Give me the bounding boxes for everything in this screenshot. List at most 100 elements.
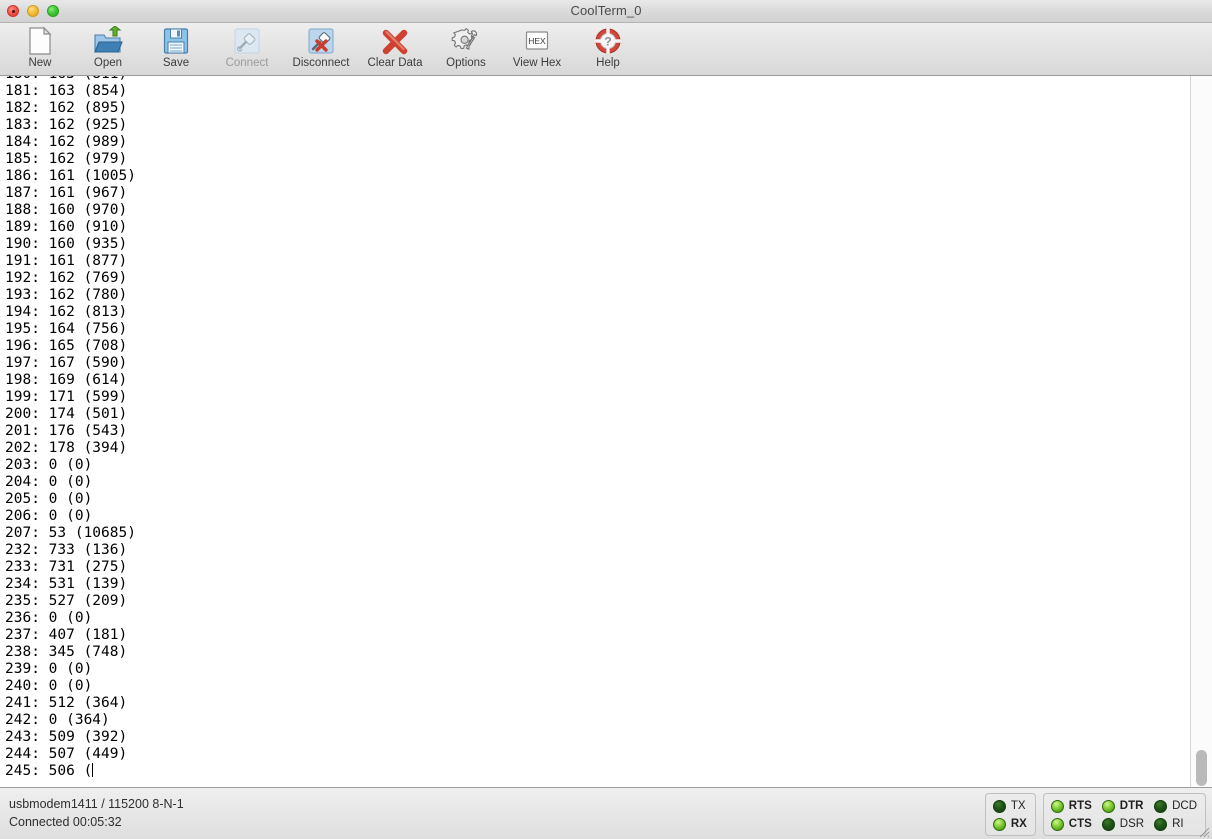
terminal-line: 197: 167 (590): [5, 355, 128, 371]
clear-data-button-label: Clear Data: [367, 57, 423, 69]
terminal-line: 236: 0 (0): [5, 610, 93, 626]
new-document-icon: [24, 26, 56, 56]
terminal-line: 241: 512 (364): [5, 695, 128, 711]
svg-text:?: ?: [604, 34, 611, 48]
hex-box-icon: HEX: [521, 26, 553, 56]
terminal-line: 204: 0 (0): [5, 474, 93, 490]
terminal-line: 183: 162 (925): [5, 117, 128, 133]
terminal-line: 203: 0 (0): [5, 457, 93, 473]
terminal-output-area[interactable]: 180: 163 (811)181: 163 (854)182: 162 (89…: [0, 76, 1212, 787]
terminal-line: 181: 163 (854): [5, 83, 128, 99]
terminal-line: 232: 733 (136): [5, 542, 128, 558]
led-indicator-dsr-icon: [1101, 817, 1115, 831]
main-toolbar: New Open Save Connect Disconnect Clear D…: [0, 23, 1212, 76]
terminal-line: 180: 163 (811): [5, 76, 1190, 83]
view-hex-button[interactable]: HEX View Hex: [500, 23, 574, 75]
led-indicator-dtr-icon: [1101, 799, 1115, 813]
coolterm-window: CoolTerm_0 New Open Save Connect Disconn…: [0, 0, 1212, 839]
led-cts: CTS: [1050, 816, 1092, 832]
led-dcd: DCD: [1154, 798, 1197, 814]
open-button[interactable]: Open: [74, 23, 142, 75]
terminal-line: 237: 407 (181): [5, 627, 128, 643]
save-button-label: Save: [162, 57, 190, 69]
terminal-line: 199: 171 (599): [5, 389, 128, 405]
window-title: CoolTerm_0: [570, 3, 642, 18]
port-settings-text: usbmodem1411 / 115200 8-N-1: [9, 796, 184, 811]
floppy-disk-icon: [160, 26, 192, 56]
led-label-dcd: DCD: [1172, 800, 1197, 812]
window-titlebar: CoolTerm_0: [0, 0, 1212, 23]
led-indicator-cts-icon: [1050, 817, 1064, 831]
terminal-line: 244: 507 (449): [5, 746, 128, 762]
led-dtr: DTR: [1101, 798, 1144, 814]
terminal-line: 192: 162 (769): [5, 270, 128, 286]
help-button[interactable]: ? Help: [574, 23, 642, 75]
terminal-line: 202: 178 (394): [5, 440, 128, 456]
terminal-line: 239: 0 (0): [5, 661, 93, 677]
led-ri: RI: [1154, 816, 1197, 832]
disconnect-button-label: Disconnect: [292, 57, 350, 69]
led-rx: RX: [992, 816, 1027, 832]
terminal-vertical-scrollbar[interactable]: [1190, 76, 1212, 787]
scrollbar-thumb[interactable]: [1196, 750, 1207, 786]
gear-wrench-icon: [450, 26, 482, 56]
view-hex-button-label: View Hex: [512, 57, 562, 69]
terminal-line: 186: 161 (1005): [5, 168, 136, 184]
terminal-line: 205: 0 (0): [5, 491, 93, 507]
plug-disconnect-icon: [305, 26, 337, 56]
terminal-line: 234: 531 (139): [5, 576, 128, 592]
led-label-dsr: DSR: [1119, 818, 1145, 830]
terminal-line: 191: 161 (877): [5, 253, 128, 269]
terminal-line: 190: 160 (935): [5, 236, 128, 252]
disconnect-button[interactable]: Disconnect: [284, 23, 358, 75]
resize-handle[interactable]: [1196, 824, 1210, 838]
led-label-dtr: DTR: [1119, 800, 1144, 812]
terminal-line: 189: 160 (910): [5, 219, 128, 235]
terminal-line: 187: 161 (967): [5, 185, 128, 201]
terminal-line: 200: 174 (501): [5, 406, 128, 422]
terminal-line: 238: 345 (748): [5, 644, 128, 660]
led-indicator-rts-icon: [1050, 799, 1064, 813]
led-indicator-dcd-icon: [1154, 799, 1168, 813]
clear-data-button[interactable]: Clear Data: [358, 23, 432, 75]
save-button[interactable]: Save: [142, 23, 210, 75]
terminal-line: 188: 160 (970): [5, 202, 128, 218]
open-folder-icon: [92, 26, 124, 56]
terminal-line: 193: 162 (780): [5, 287, 128, 303]
led-dsr: DSR: [1101, 816, 1145, 832]
terminal-line: 185: 162 (979): [5, 151, 128, 167]
options-button-label: Options: [446, 57, 486, 69]
terminal-line: 196: 165 (708): [5, 338, 128, 354]
terminal-line: 243: 509 (392): [5, 729, 128, 745]
status-bar: usbmodem1411 / 115200 8-N-1 Connected 00…: [0, 787, 1212, 839]
terminal-line: 198: 169 (614): [5, 372, 128, 388]
new-button[interactable]: New: [6, 23, 74, 75]
led-label-rts: RTS: [1068, 800, 1092, 812]
connection-info: usbmodem1411 / 115200 8-N-1 Connected 00…: [9, 795, 184, 831]
svg-text:HEX: HEX: [528, 36, 546, 46]
led-label-cts: CTS: [1068, 818, 1092, 830]
lifering-question-icon: ?: [592, 26, 624, 56]
connection-status-text: Connected 00:05:32: [9, 814, 122, 829]
terminal-text[interactable]: 180: 163 (811)181: 163 (854)182: 162 (89…: [0, 76, 1190, 780]
terminal-line: 182: 162 (895): [5, 100, 128, 116]
terminal-line: 201: 176 (543): [5, 423, 128, 439]
connect-button-label: Connect: [225, 57, 269, 69]
terminal-line: 233: 731 (275): [5, 559, 128, 575]
terminal-line: 195: 164 (756): [5, 321, 128, 337]
led-label-ri: RI: [1172, 818, 1184, 830]
signal-indicators: TX RX RTS CTS DTR DSR DCD RI: [984, 793, 1206, 836]
new-button-label: New: [28, 57, 52, 69]
terminal-line: 207: 53 (10685): [5, 525, 136, 541]
terminal-line-current: 245: 506 (: [5, 763, 94, 779]
terminal-line: 194: 162 (813): [5, 304, 128, 320]
options-button[interactable]: Options: [432, 23, 500, 75]
terminal-line: 235: 527 (209): [5, 593, 128, 609]
terminal-line: 206: 0 (0): [5, 508, 93, 524]
red-x-icon: [379, 26, 411, 56]
plug-connect-icon: [231, 26, 263, 56]
control-signal-led-group: RTS CTS DTR DSR DCD RI: [1042, 793, 1206, 836]
connect-button[interactable]: Connect: [210, 23, 284, 75]
terminal-line: 184: 162 (989): [5, 134, 128, 150]
led-indicator-rx-icon: [992, 817, 1006, 831]
